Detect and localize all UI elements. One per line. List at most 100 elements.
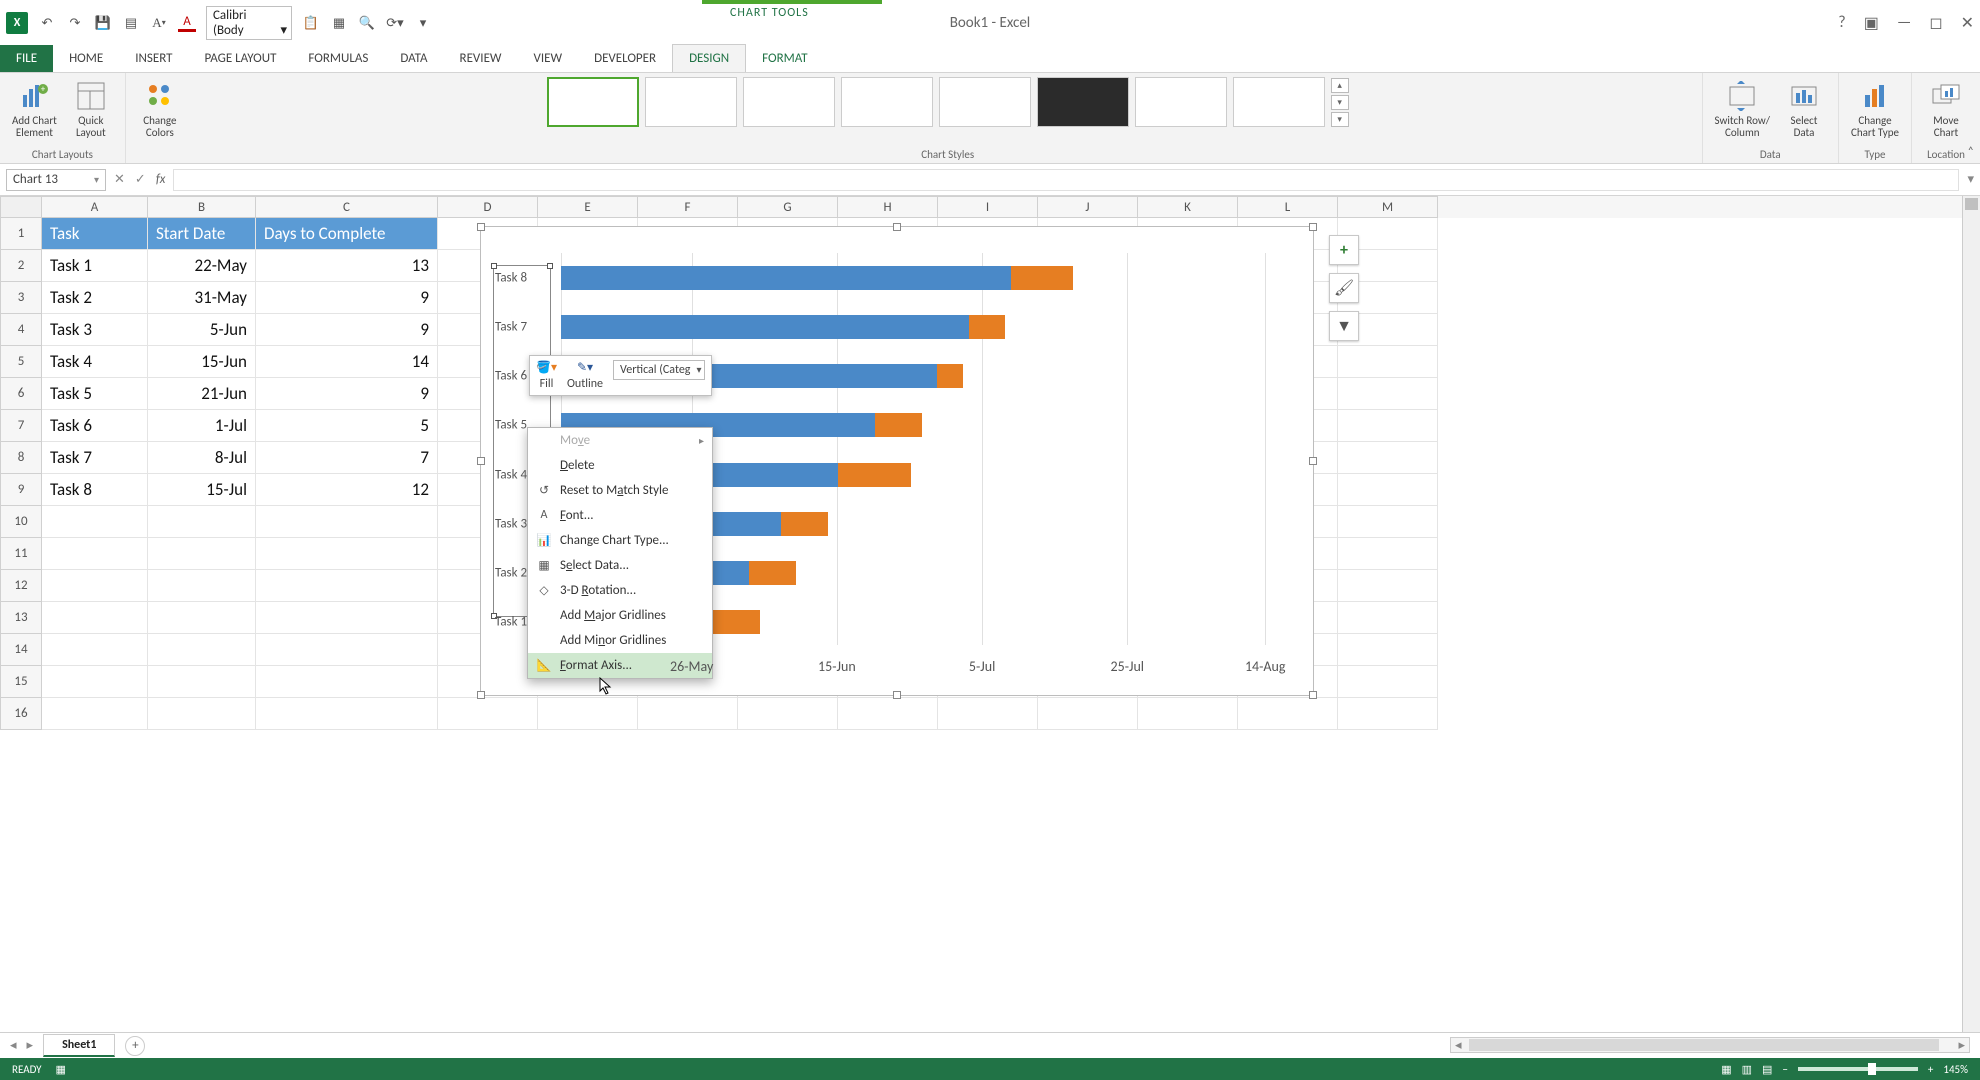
column-header[interactable]: H: [838, 196, 938, 218]
cell[interactable]: [148, 570, 256, 602]
tab-home[interactable]: HOME: [53, 45, 119, 72]
cell[interactable]: [148, 506, 256, 538]
qat-customize-icon[interactable]: ▾: [414, 14, 432, 32]
cell[interactable]: [1338, 634, 1438, 666]
row-header[interactable]: 7: [0, 410, 42, 442]
cell[interactable]: [638, 698, 738, 730]
bar-segment-duration[interactable]: [1011, 266, 1074, 290]
chart-style-thumb[interactable]: [1037, 77, 1129, 127]
chart-filters-flyout-icon[interactable]: ▼: [1329, 311, 1359, 341]
view-page-break-icon[interactable]: ▤: [1762, 1063, 1772, 1076]
cell[interactable]: [1338, 666, 1438, 698]
cell[interactable]: [838, 698, 938, 730]
cell[interactable]: [1338, 698, 1438, 730]
chart-style-thumb[interactable]: [743, 77, 835, 127]
fx-icon[interactable]: fx: [156, 172, 166, 187]
context-menu-item[interactable]: Add Minor Gridlines: [528, 628, 712, 653]
row-header[interactable]: 4: [0, 314, 42, 346]
cell[interactable]: [1338, 602, 1438, 634]
cell[interactable]: [42, 570, 148, 602]
cell[interactable]: Task 4: [42, 346, 148, 378]
cell[interactable]: Task 8: [42, 474, 148, 506]
redo-icon[interactable]: ↷: [66, 14, 84, 32]
row-header[interactable]: 12: [0, 570, 42, 602]
undo-icon[interactable]: ↶: [38, 14, 56, 32]
tab-file[interactable]: FILE: [0, 45, 53, 72]
column-header[interactable]: M: [1338, 196, 1438, 218]
horizontal-scrollbar[interactable]: ◂▸: [1450, 1037, 1970, 1053]
row-header[interactable]: 15: [0, 666, 42, 698]
cell[interactable]: [256, 538, 438, 570]
column-header[interactable]: K: [1138, 196, 1238, 218]
font-size-icon[interactable]: A▾: [150, 14, 168, 32]
column-header[interactable]: L: [1238, 196, 1338, 218]
vertical-scrollbar[interactable]: [1962, 196, 1980, 1032]
tab-insert[interactable]: INSERT: [119, 45, 188, 72]
view-normal-icon[interactable]: ▦: [1721, 1063, 1731, 1076]
cell[interactable]: [42, 698, 148, 730]
worksheet-grid[interactable]: ABCDEFGHIJKLM 1TaskStart DateDays to Com…: [0, 196, 1980, 1032]
row-header[interactable]: 10: [0, 506, 42, 538]
gallery-scroll[interactable]: ▴▾▾: [1331, 78, 1349, 127]
switch-row-column-button[interactable]: Switch Row/ Column: [1713, 77, 1772, 141]
column-header[interactable]: C: [256, 196, 438, 218]
cell[interactable]: 15-Jul: [148, 474, 256, 506]
column-header[interactable]: B: [148, 196, 256, 218]
chart-elements-flyout-icon[interactable]: +: [1329, 235, 1359, 265]
bar-segment-duration[interactable]: [781, 512, 828, 536]
change-colors-button[interactable]: Change Colors: [136, 77, 184, 141]
context-menu-item[interactable]: ▦Select Data...: [528, 553, 712, 578]
column-header[interactable]: F: [638, 196, 738, 218]
minimize-icon[interactable]: —: [1897, 13, 1911, 33]
collapse-ribbon-icon[interactable]: ˄: [1968, 145, 1974, 159]
cell[interactable]: 8-Jul: [148, 442, 256, 474]
cell[interactable]: Task 1: [42, 250, 148, 282]
cell[interactable]: [1238, 698, 1338, 730]
column-header[interactable]: A: [42, 196, 148, 218]
cell[interactable]: [42, 538, 148, 570]
context-menu-item[interactable]: ◇3-D Rotation...: [528, 578, 712, 603]
zoom-level[interactable]: 145%: [1943, 1063, 1968, 1076]
formula-input[interactable]: [173, 169, 1959, 191]
tab-developer[interactable]: DEVELOPER: [578, 45, 672, 72]
cell[interactable]: [256, 506, 438, 538]
cancel-formula-icon[interactable]: ✕: [114, 172, 125, 187]
bar-segment-start[interactable]: [561, 315, 969, 339]
ribbon-display-options-icon[interactable]: ▣: [1864, 13, 1879, 33]
cell[interactable]: [148, 666, 256, 698]
cell[interactable]: [42, 634, 148, 666]
row-header[interactable]: 16: [0, 698, 42, 730]
chart-styles-flyout-icon[interactable]: 🖌: [1329, 273, 1359, 303]
bar-segment-duration[interactable]: [838, 463, 911, 487]
enter-formula-icon[interactable]: ✓: [135, 172, 146, 187]
sheet-nav-prev-icon[interactable]: ◂: [10, 1038, 17, 1053]
new-icon[interactable]: ▤: [122, 14, 140, 32]
expand-formula-bar-icon[interactable]: ▾: [1967, 172, 1974, 187]
cell[interactable]: 12: [256, 474, 438, 506]
bar-segment-duration[interactable]: [969, 315, 1006, 339]
cell[interactable]: Task 2: [42, 282, 148, 314]
chart-style-thumb[interactable]: [645, 77, 737, 127]
cell[interactable]: [1338, 506, 1438, 538]
zoom-out-icon[interactable]: −: [1782, 1063, 1787, 1076]
cell[interactable]: 1-Jul: [148, 410, 256, 442]
cell[interactable]: Task 7: [42, 442, 148, 474]
close-icon[interactable]: ✕: [1961, 13, 1974, 33]
help-icon[interactable]: ?: [1838, 13, 1845, 33]
cell[interactable]: [148, 634, 256, 666]
cell[interactable]: Days to Complete: [256, 218, 438, 250]
quick-layout-button[interactable]: Quick Layout: [67, 77, 115, 141]
cell[interactable]: [256, 602, 438, 634]
change-chart-type-button[interactable]: Change Chart Type: [1849, 77, 1901, 141]
tab-format[interactable]: FORMAT: [746, 45, 823, 72]
context-menu-item[interactable]: 📊Change Chart Type...: [528, 528, 712, 553]
cell[interactable]: [256, 698, 438, 730]
cell[interactable]: [148, 602, 256, 634]
zoom-in-icon[interactable]: +: [1928, 1063, 1933, 1076]
embedded-chart[interactable]: + 🖌 ▼ 🪣▾ Fill ✎▾ Outline Vertical (Categ…: [480, 226, 1314, 696]
cell[interactable]: [42, 602, 148, 634]
cell[interactable]: 5-Jun: [148, 314, 256, 346]
move-chart-button[interactable]: Move Chart: [1922, 77, 1970, 141]
cell[interactable]: 7: [256, 442, 438, 474]
cell[interactable]: [42, 506, 148, 538]
